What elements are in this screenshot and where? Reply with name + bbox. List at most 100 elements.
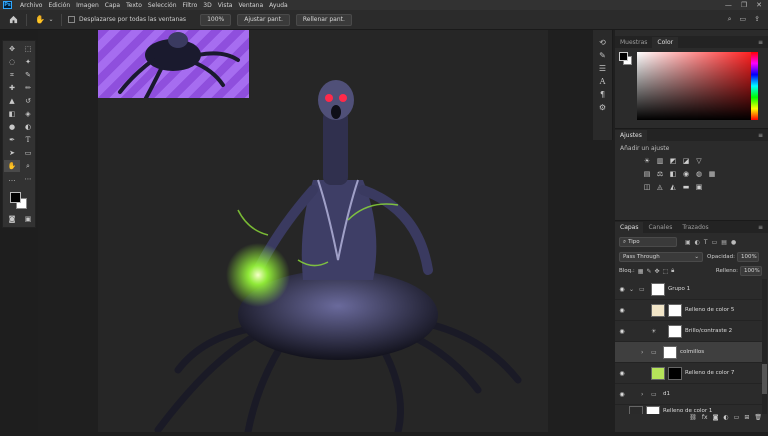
history-panel-icon[interactable]: ⟲	[599, 38, 606, 47]
edit-toolbar-icon[interactable]: …	[4, 173, 20, 185]
filter-shape-icon[interactable]: ▭	[712, 239, 718, 246]
quick-mask-icon[interactable]: ◙	[4, 213, 20, 225]
filter-smart-icon[interactable]: ▤	[721, 239, 727, 246]
fg-swatch[interactable]	[619, 52, 628, 61]
lasso-tool-icon[interactable]: ◌	[4, 56, 20, 68]
menu-ayuda[interactable]: Ayuda	[266, 2, 291, 9]
paragraph-panel-icon[interactable]: ¶	[600, 90, 605, 99]
layer-filter-select[interactable]: ⌕ Tipo	[619, 237, 677, 247]
tab-muestras[interactable]: Muestras	[615, 37, 652, 48]
lock-artboard-icon[interactable]: ⬚	[663, 268, 669, 275]
chevron-right-icon[interactable]: ›	[641, 391, 651, 398]
hue-saturation-icon[interactable]: ▤	[641, 168, 653, 179]
opacity-input[interactable]: 100%	[736, 252, 759, 262]
photo-filter-icon[interactable]: ◉	[680, 168, 692, 179]
layer-style-icon[interactable]: fx	[702, 414, 708, 426]
brush-settings-icon[interactable]: ✎	[599, 51, 606, 60]
eye-icon[interactable]: ◉	[615, 328, 629, 335]
tab-canales[interactable]: Canales	[643, 222, 677, 233]
chevron-down-icon[interactable]: ⌄	[629, 286, 639, 293]
posterize-icon[interactable]: ◬	[654, 181, 666, 192]
screen-mode-icon[interactable]: ▣	[20, 213, 36, 225]
menu-capa[interactable]: Capa	[102, 2, 123, 9]
filter-type-icon[interactable]: T	[704, 239, 708, 246]
lock-move-icon[interactable]: ✥	[654, 268, 659, 275]
layer-row-grupo-1[interactable]: ◉ ⌄ ▭ Grupo 1	[615, 279, 762, 300]
lock-all-icon[interactable]: 🔒︎	[671, 267, 674, 275]
stamp-tool-icon[interactable]: ▲	[4, 95, 20, 107]
layer-row-brillo-contraste-2[interactable]: ◉ ☀ Brillo/contraste 2	[615, 321, 762, 342]
fill-screen-button[interactable]: Rellenar pant.	[295, 13, 352, 26]
invert-icon[interactable]: ◫	[641, 181, 653, 192]
panel-menu-icon[interactable]: ≡	[753, 132, 768, 141]
layers-scrollbar-thumb[interactable]	[762, 364, 767, 394]
new-adjustment-icon[interactable]: ◐	[723, 414, 728, 426]
pen-tool-icon[interactable]: ✒	[4, 134, 20, 146]
dodge-tool-icon[interactable]: ◐	[20, 121, 36, 133]
layer-row-relleno-5[interactable]: ◉ Relleno de color 5	[615, 300, 762, 321]
selective-color-icon[interactable]: ▣	[693, 181, 705, 192]
blur-tool-icon[interactable]: ●	[4, 121, 20, 133]
filter-adjust-icon[interactable]: ◐	[695, 239, 700, 246]
exposure-icon[interactable]: ◪	[680, 155, 692, 166]
menu-archivo[interactable]: Archivo	[17, 2, 45, 9]
type-tool-icon[interactable]: T	[20, 134, 36, 146]
hand-tool-active-icon[interactable]: ✋	[4, 160, 20, 172]
add-mask-icon[interactable]: ◙	[713, 414, 719, 426]
crop-tool-icon[interactable]: ⌗	[4, 69, 20, 81]
adjustments-icon[interactable]: ☰	[599, 64, 606, 73]
restore-icon[interactable]: ❐	[741, 1, 747, 9]
canvas-area[interactable]	[38, 30, 615, 436]
menu-imagen[interactable]: Imagen	[73, 2, 102, 9]
minimize-icon[interactable]: —	[725, 1, 732, 9]
channel-mixer-icon[interactable]: ◍	[693, 168, 705, 179]
layer-row-d1[interactable]: ◉ › ▭ d1	[615, 384, 762, 405]
hand-tool-icon[interactable]: ✋	[33, 13, 47, 27]
paint-bucket-tool-icon[interactable]: ◈	[20, 108, 36, 120]
new-layer-icon[interactable]: ⊞	[744, 414, 749, 426]
foreground-color-swatch[interactable]	[10, 192, 21, 203]
menu-edicion[interactable]: Edición	[45, 2, 73, 9]
more-tools-icon[interactable]: ⋯	[20, 173, 36, 185]
history-brush-tool-icon[interactable]: ↺	[20, 95, 36, 107]
eye-icon[interactable]: ◉	[615, 286, 629, 293]
fill-input[interactable]: 100%	[740, 266, 762, 276]
tab-color[interactable]: Color	[652, 37, 679, 48]
spider-reference-thumbnail[interactable]	[98, 30, 249, 98]
link-layers-icon[interactable]: ⛓	[689, 414, 697, 426]
magic-wand-tool-icon[interactable]: ✦	[20, 56, 36, 68]
panel-menu-icon[interactable]: ≡	[753, 39, 768, 48]
new-group-icon[interactable]: ▭	[734, 414, 740, 426]
share-icon[interactable]: ⇪	[754, 15, 760, 24]
eye-icon[interactable]: ◉	[615, 307, 629, 314]
search-icon[interactable]: ⌕	[728, 15, 732, 24]
marquee-tool-icon[interactable]: ⬚	[20, 43, 36, 55]
tab-ajustes[interactable]: Ajustes	[615, 130, 647, 141]
layers-scrollbar[interactable]	[762, 279, 767, 419]
brush-tool-icon[interactable]: ✏	[20, 82, 36, 94]
menu-vista[interactable]: Vista	[215, 2, 236, 9]
curves-icon[interactable]: ◩	[667, 155, 679, 166]
panel-menu-icon[interactable]: ≡	[753, 224, 768, 233]
zoom-tool-icon[interactable]: ⌕	[20, 160, 36, 172]
threshold-icon[interactable]: ◭	[667, 181, 679, 192]
filter-toggle-icon[interactable]: ●	[731, 239, 736, 246]
lock-pixels-icon[interactable]: ▦	[638, 268, 644, 275]
zoom-100-button[interactable]: 100%	[200, 13, 232, 26]
menu-texto[interactable]: Texto	[123, 2, 145, 9]
delete-layer-icon[interactable]: 🗑︎	[754, 414, 762, 426]
layer-row-colmillos[interactable]: › ▭ colmillos	[615, 342, 762, 363]
shape-tool-icon[interactable]: ▭	[20, 147, 36, 159]
levels-icon[interactable]: ▥	[654, 155, 666, 166]
properties-icon[interactable]: ⚙	[599, 103, 606, 112]
tool-preset-chevron-icon[interactable]: ⌄	[47, 13, 55, 27]
blend-mode-select[interactable]: Pass Through ⌄	[619, 252, 703, 262]
menu-seleccion[interactable]: Selección	[145, 2, 180, 9]
layer-row-relleno-7[interactable]: ◉ Relleno de color 7	[615, 363, 762, 384]
eyedropper-tool-icon[interactable]: ✎	[20, 69, 36, 81]
healing-brush-tool-icon[interactable]: ✚	[4, 82, 20, 94]
tab-capas[interactable]: Capas	[615, 222, 644, 233]
workspace-icon[interactable]: ▭	[740, 15, 747, 24]
color-field[interactable]	[637, 52, 753, 120]
eye-icon[interactable]: ◉	[615, 370, 629, 377]
